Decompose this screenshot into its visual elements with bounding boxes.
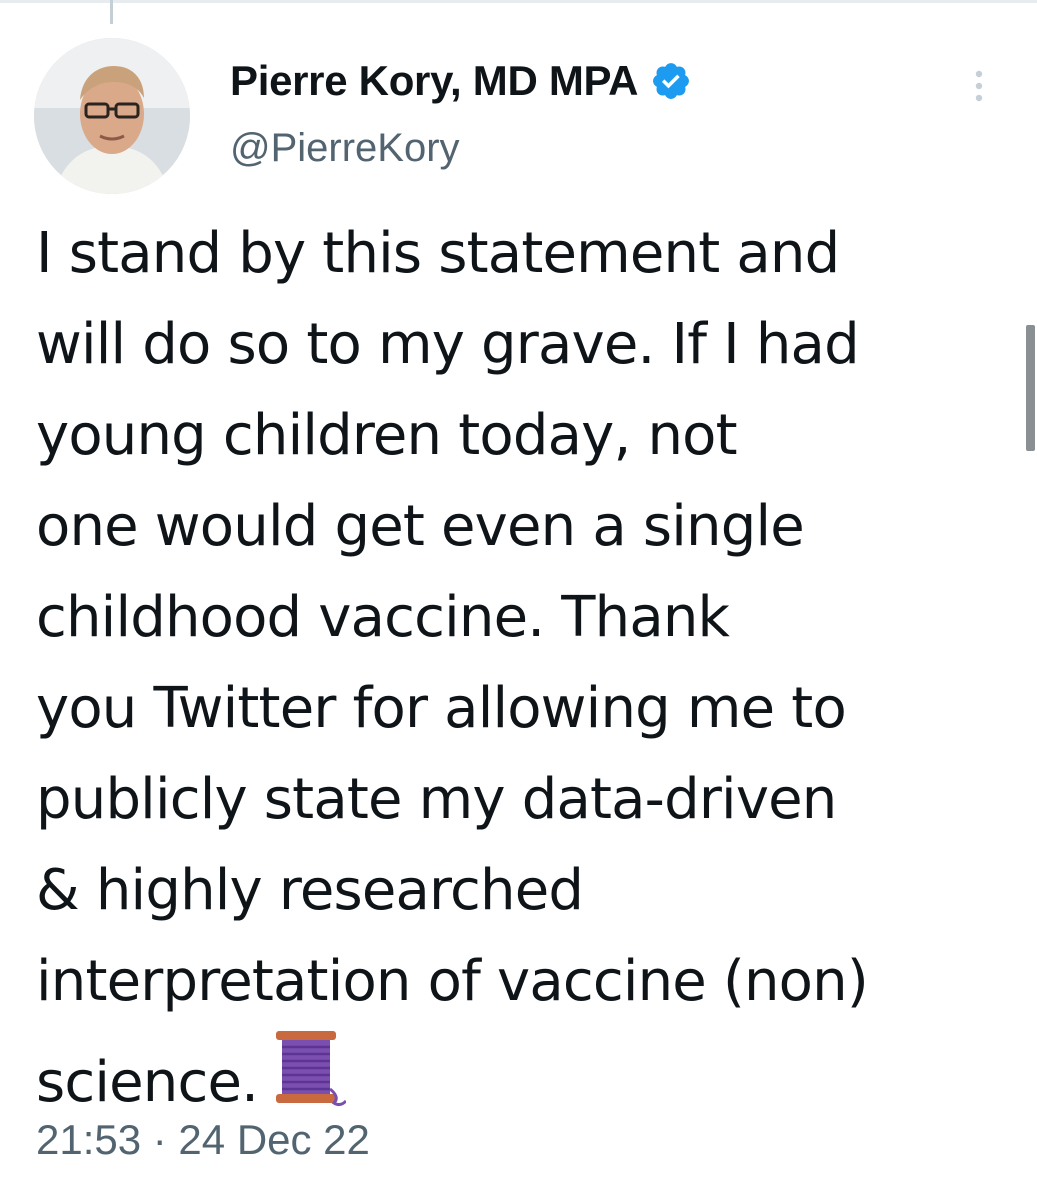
tweet-text-line: will do so to my grave. If I had [36,312,860,377]
tweet-body: I stand by this statement and will do so… [36,208,976,1128]
tweet-text-line: & highly researched [36,858,584,923]
tweet-text-line: one would get even a single [36,494,805,559]
top-divider [0,0,1037,3]
thread-connector-line [110,0,113,24]
tweet-timestamp[interactable]: 21:53 · 24 Dec 22 [36,1116,370,1164]
tweet-text-line: you Twitter for allowing me to [36,676,847,741]
author-display-name[interactable]: Pierre Kory, MD MPA [230,57,638,105]
tweet-text-line: interpretation of vaccine (non) [36,949,869,1014]
tweet-text-line: publicly state my data-driven [36,767,837,832]
author-handle[interactable]: @PierreKory [230,126,460,171]
tweet-text-last-line: science. [36,1027,976,1128]
avatar-photo [34,38,190,194]
verified-badge-icon [653,63,690,99]
avatar[interactable] [34,38,190,194]
author-name-row[interactable]: Pierre Kory, MD MPA [230,56,692,106]
tweet-text-line: I stand by this statement and [36,221,840,286]
tweet-text-line: young children today, not [36,403,738,468]
thread-spool-icon [276,1031,347,1107]
tweet-text-line: science. [36,1050,259,1115]
more-options-icon[interactable] [966,66,992,106]
scrollbar-thumb[interactable] [1026,325,1035,451]
tweet-text-line: childhood vaccine. Thank [36,585,730,650]
